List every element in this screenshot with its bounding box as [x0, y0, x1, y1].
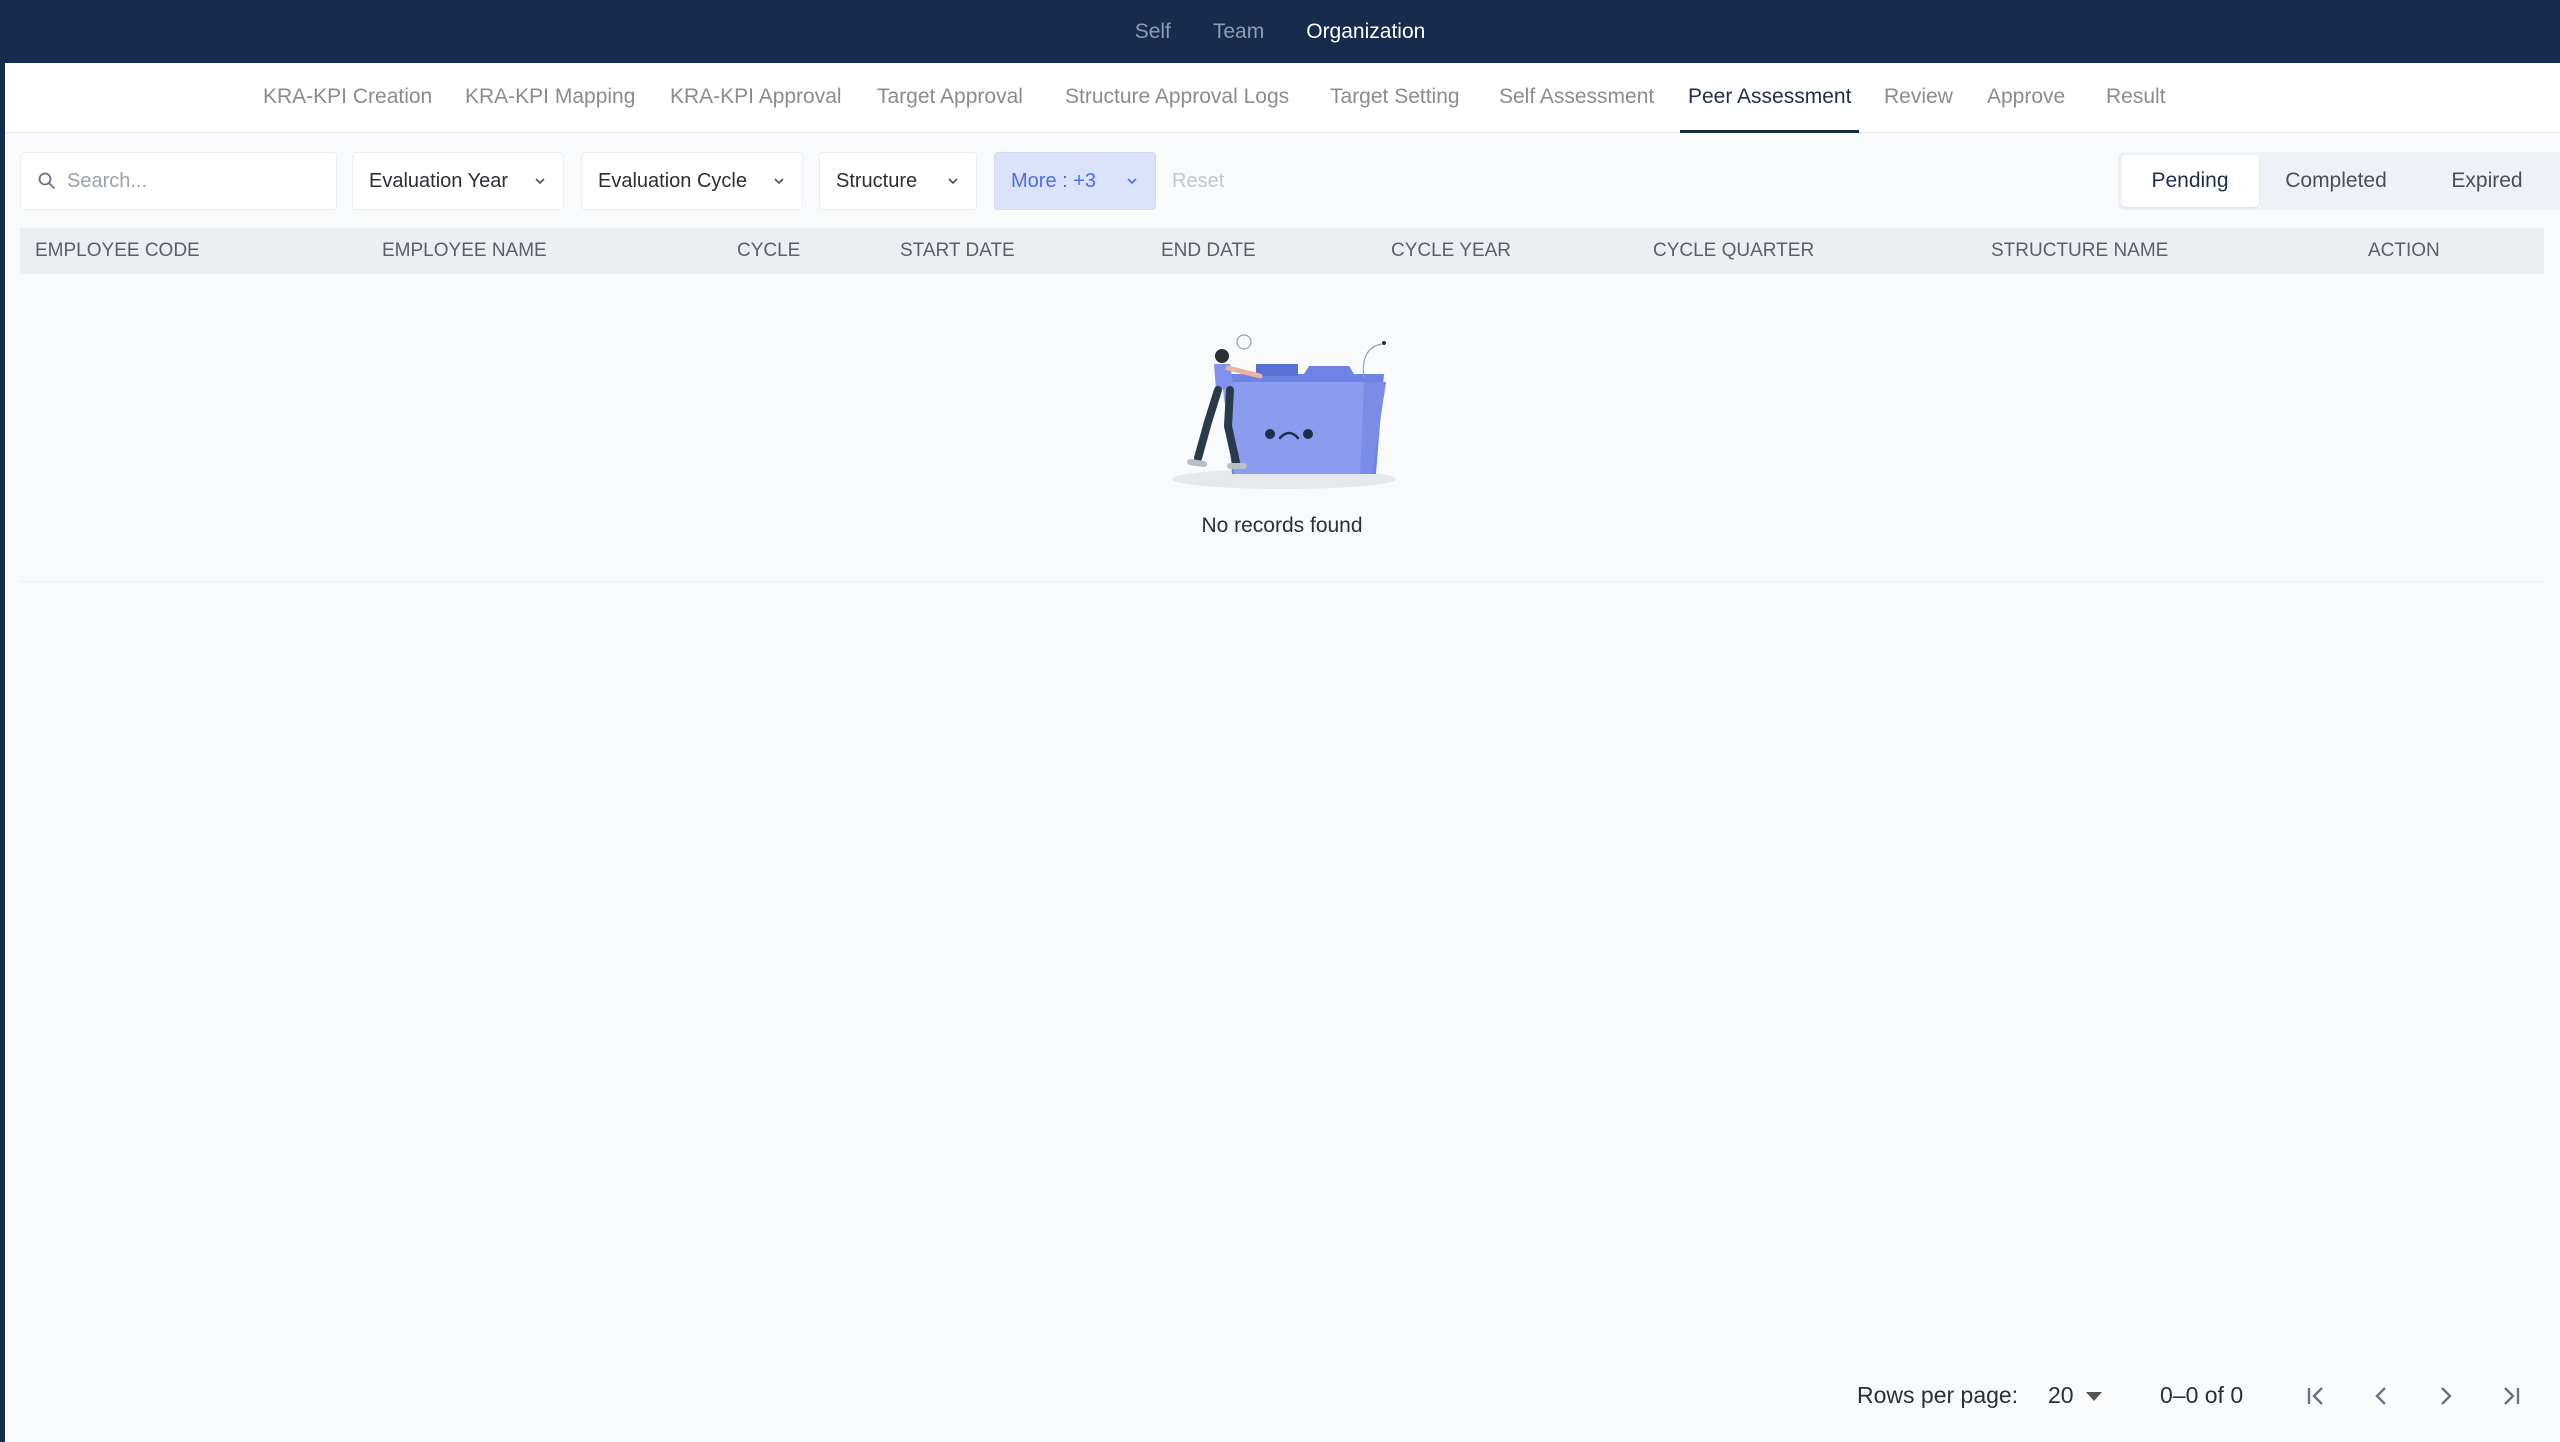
- status-completed[interactable]: Completed: [2259, 155, 2413, 207]
- structure-dropdown[interactable]: Structure: [819, 152, 977, 210]
- tab-structure-approval-logs[interactable]: Structure Approval Logs: [1065, 63, 1289, 133]
- more-filters-dropdown[interactable]: More : +3: [994, 152, 1156, 210]
- search-input[interactable]: [67, 169, 327, 193]
- tab-approve[interactable]: Approve: [1987, 63, 2065, 133]
- tab-result[interactable]: Result: [2106, 63, 2166, 133]
- chevron-down-icon: [1127, 178, 1137, 185]
- caret-down-icon[interactable]: [2086, 1392, 2102, 1401]
- top-tab-self[interactable]: Self: [1135, 20, 1171, 44]
- empty-state: No records found: [20, 274, 2544, 582]
- tab-self-assessment[interactable]: Self Assessment: [1499, 63, 1654, 133]
- chevron-down-icon: [948, 178, 958, 185]
- rows-per-page-select[interactable]: 20: [2048, 1382, 2074, 1409]
- top-tab-organization[interactable]: Organization: [1306, 20, 1425, 44]
- top-navigation: Self Team Organization: [0, 0, 2560, 63]
- column-action: ACTION: [2368, 240, 2440, 261]
- tab-target-approval[interactable]: Target Approval: [877, 63, 1023, 133]
- evaluation-cycle-dropdown[interactable]: Evaluation Cycle: [581, 152, 803, 210]
- evaluation-cycle-label: Evaluation Cycle: [598, 169, 747, 192]
- page-range: 0–0 of 0: [2160, 1382, 2244, 1408]
- column-cycle-year[interactable]: CYCLE YEAR: [1391, 228, 1511, 274]
- pagination: Rows per page: 20 0–0 of 0: [1840, 1372, 2540, 1420]
- column-cycle-quarter[interactable]: CYCLE QUARTER: [1653, 228, 1814, 274]
- tab-kra-kpi-mapping[interactable]: KRA-KPI Mapping: [465, 63, 635, 133]
- filter-bar: Evaluation Year Evaluation Cycle Structu…: [20, 152, 2560, 210]
- column-employee-name[interactable]: EMPLOYEE NAME: [382, 228, 547, 274]
- tab-review[interactable]: Review: [1884, 63, 1953, 133]
- chevron-down-icon: [535, 178, 545, 185]
- status-pending[interactable]: Pending: [2121, 155, 2259, 207]
- tab-kra-kpi-creation[interactable]: KRA-KPI Creation: [263, 63, 432, 133]
- previous-page-icon[interactable]: [2365, 1380, 2397, 1412]
- search-box[interactable]: [20, 152, 337, 210]
- empty-message: No records found: [1201, 514, 1363, 537]
- reset-button[interactable]: Reset: [1172, 152, 1224, 210]
- search-icon: [38, 172, 55, 189]
- tab-kra-kpi-approval[interactable]: KRA-KPI Approval: [670, 63, 842, 133]
- evaluation-year-label: Evaluation Year: [369, 169, 509, 192]
- sub-navigation: KRA-KPI Creation KRA-KPI Mapping KRA-KPI…: [5, 63, 2560, 133]
- tab-target-setting[interactable]: Target Setting: [1330, 63, 1460, 133]
- column-start-date[interactable]: START DATE: [900, 228, 1015, 274]
- status-segmented-control: Pending Completed Expired: [2118, 152, 2560, 210]
- left-edge-bar: [0, 63, 5, 1442]
- column-end-date[interactable]: END DATE: [1161, 228, 1256, 274]
- column-employee-code[interactable]: EMPLOYEE CODE: [35, 228, 200, 274]
- top-tab-team[interactable]: Team: [1213, 20, 1264, 44]
- next-page-icon[interactable]: [2430, 1380, 2462, 1412]
- more-filters-label: More : +3: [1011, 169, 1097, 192]
- status-expired[interactable]: Expired: [2413, 155, 2560, 207]
- first-page-icon[interactable]: [2300, 1380, 2332, 1412]
- column-structure-name[interactable]: STRUCTURE NAME: [1991, 228, 2168, 274]
- evaluation-year-dropdown[interactable]: Evaluation Year: [352, 152, 564, 210]
- column-cycle[interactable]: CYCLE: [737, 228, 800, 274]
- chevron-down-icon: [774, 178, 784, 185]
- rows-per-page-label: Rows per page:: [1857, 1382, 2019, 1408]
- structure-label: Structure: [836, 169, 918, 192]
- empty-folder-illustration: [1172, 334, 1396, 489]
- last-page-icon[interactable]: [2495, 1380, 2527, 1412]
- table-header: EMPLOYEE CODE EMPLOYEE NAME CYCLE START …: [20, 228, 2544, 274]
- tab-peer-assessment[interactable]: Peer Assessment: [1679, 63, 1860, 133]
